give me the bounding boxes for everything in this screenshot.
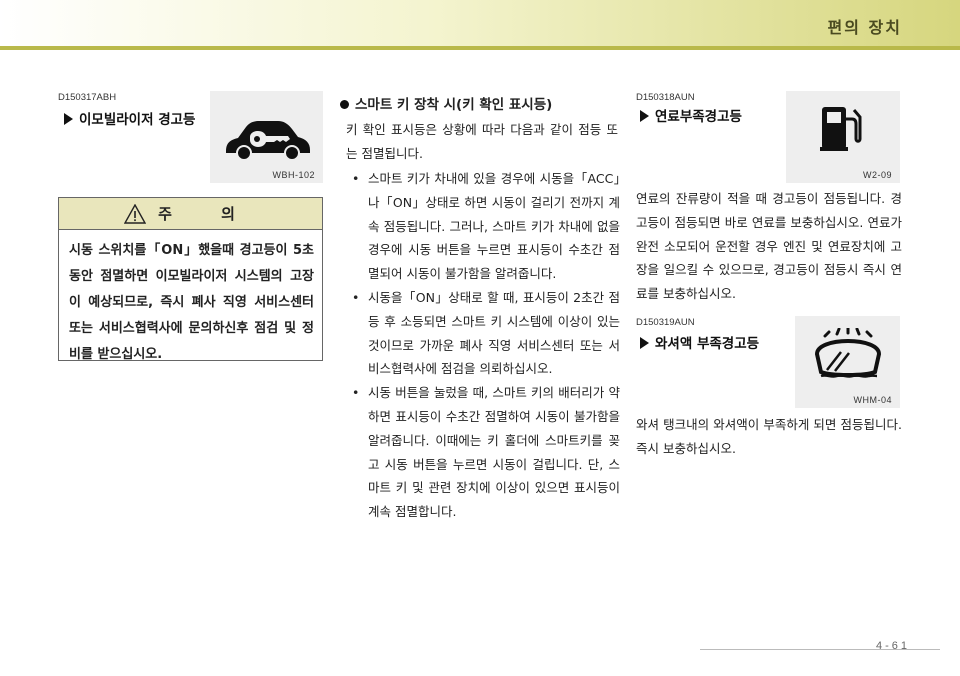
triangle-bullet-icon [64,113,73,125]
bullet-item: 시동 버튼을 눌렀을 때, 스마트 키의 배터리가 약하면 표시등이 수초간 점… [352,381,620,524]
washer-title-text: 와셔액 부족경고등 [655,336,760,352]
figure-caption: W2-09 [862,170,892,180]
fuel-pump-icon [820,107,862,151]
triangle-bullet-icon [640,110,649,122]
caution-box: 주 의 시동 스위치를「ON」했을때 경고등이 5초동안 점멸하면 이모빌라이저… [58,197,323,362]
smart-key-bullet-list: 스마트 키가 차내에 있을 경우에 시동을「ACC」나「ON」상태로 하면 시동… [352,167,620,524]
section-title-text: 이모빌라이저 경고등 [79,112,196,128]
immobilizer-figure: WBH-102 [210,91,323,183]
car-key-icon [226,121,310,161]
smart-key-intro: 키 확인 표시등은 상황에 따라 다음과 같이 점등 또는 점멸됩니다. [346,122,618,161]
figure-caption: WBH-102 [272,170,315,180]
fuel-title-text: 연료부족경고등 [655,109,742,125]
washer-fluid-icon [814,328,882,378]
section-code: D150317ABH [58,92,117,103]
washer-description: 와셔 탱크내의 와셔액이 부족하게 되면 점등됩니다. 즉시 보충하십시오. [636,417,902,456]
warning-triangle-icon [124,203,147,224]
smart-key-section-title: 스마트 키 장착 시(키 확인 표시등) [340,93,552,113]
triangle-bullet-icon [640,337,649,349]
figure-caption: WHM-04 [853,395,892,405]
page-number: 4-61 [875,640,910,652]
fuel-figure: W2-09 [786,91,900,183]
caution-header: 주 의 [59,198,322,230]
fuel-description: 연료의 잔류량이 적을 때 경고등이 점등됩니다. 경고등이 점등되면 바로 연… [636,191,902,302]
washer-section-code: D150319AUN [636,317,695,328]
header-divider [0,46,960,50]
fuel-section-code: D150318AUN [636,92,695,103]
smart-key-title-text: 스마트 키 장착 시(키 확인 표시등) [355,97,553,113]
header-band [0,0,960,46]
section-title: 이모빌라이저 경고등 [64,108,195,128]
circle-bullet-icon [340,100,349,109]
washer-figure: WHM-04 [795,316,900,408]
caution-text: 시동 스위치를「ON」했을때 경고등이 5초동안 점멸하면 이모빌라이저 시스템… [69,243,314,362]
caution-title: 주 의 [158,205,257,223]
fuel-section-title: 연료부족경고등 [640,105,742,125]
chapter-title: 편의 장치 [827,18,902,37]
washer-section-title: 와셔액 부족경고등 [640,332,759,352]
bullet-item: 시동을「ON」상태로 할 때, 표시등이 2초간 점등 후 소등되면 스마트 키… [352,286,620,381]
bullet-item: 스마트 키가 차내에 있을 경우에 시동을「ACC」나「ON」상태로 하면 시동… [352,167,620,286]
